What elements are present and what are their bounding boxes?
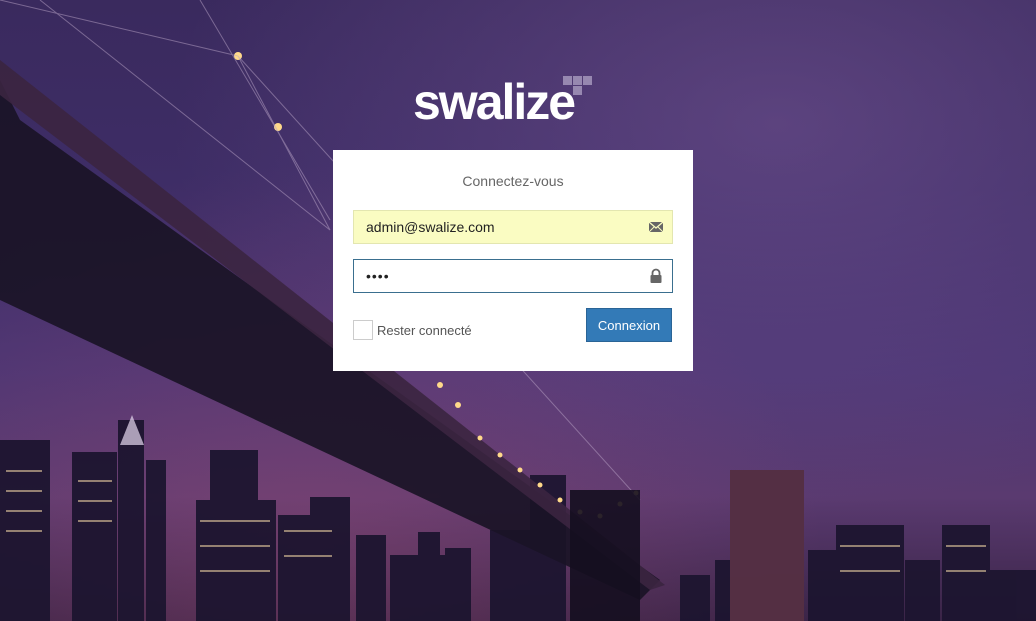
login-title: Connectez-vous xyxy=(462,173,564,189)
envelope-icon xyxy=(648,219,664,235)
email-input[interactable] xyxy=(353,210,673,244)
remember-me-label[interactable]: Rester connecté xyxy=(377,323,472,338)
remember-me-checkbox[interactable] xyxy=(353,320,373,340)
remember-me[interactable]: Rester connecté xyxy=(353,319,472,341)
email-field-wrapper xyxy=(353,210,673,244)
login-button[interactable]: Connexion xyxy=(586,308,672,342)
password-field-wrapper xyxy=(353,259,673,293)
brand-logo: swalize xyxy=(413,76,613,128)
login-card: Connectez-vous Rester connecté Connexion xyxy=(333,150,693,371)
password-input[interactable] xyxy=(353,259,673,293)
logo-wordmark: swalize xyxy=(413,74,576,130)
lock-icon xyxy=(648,268,664,284)
